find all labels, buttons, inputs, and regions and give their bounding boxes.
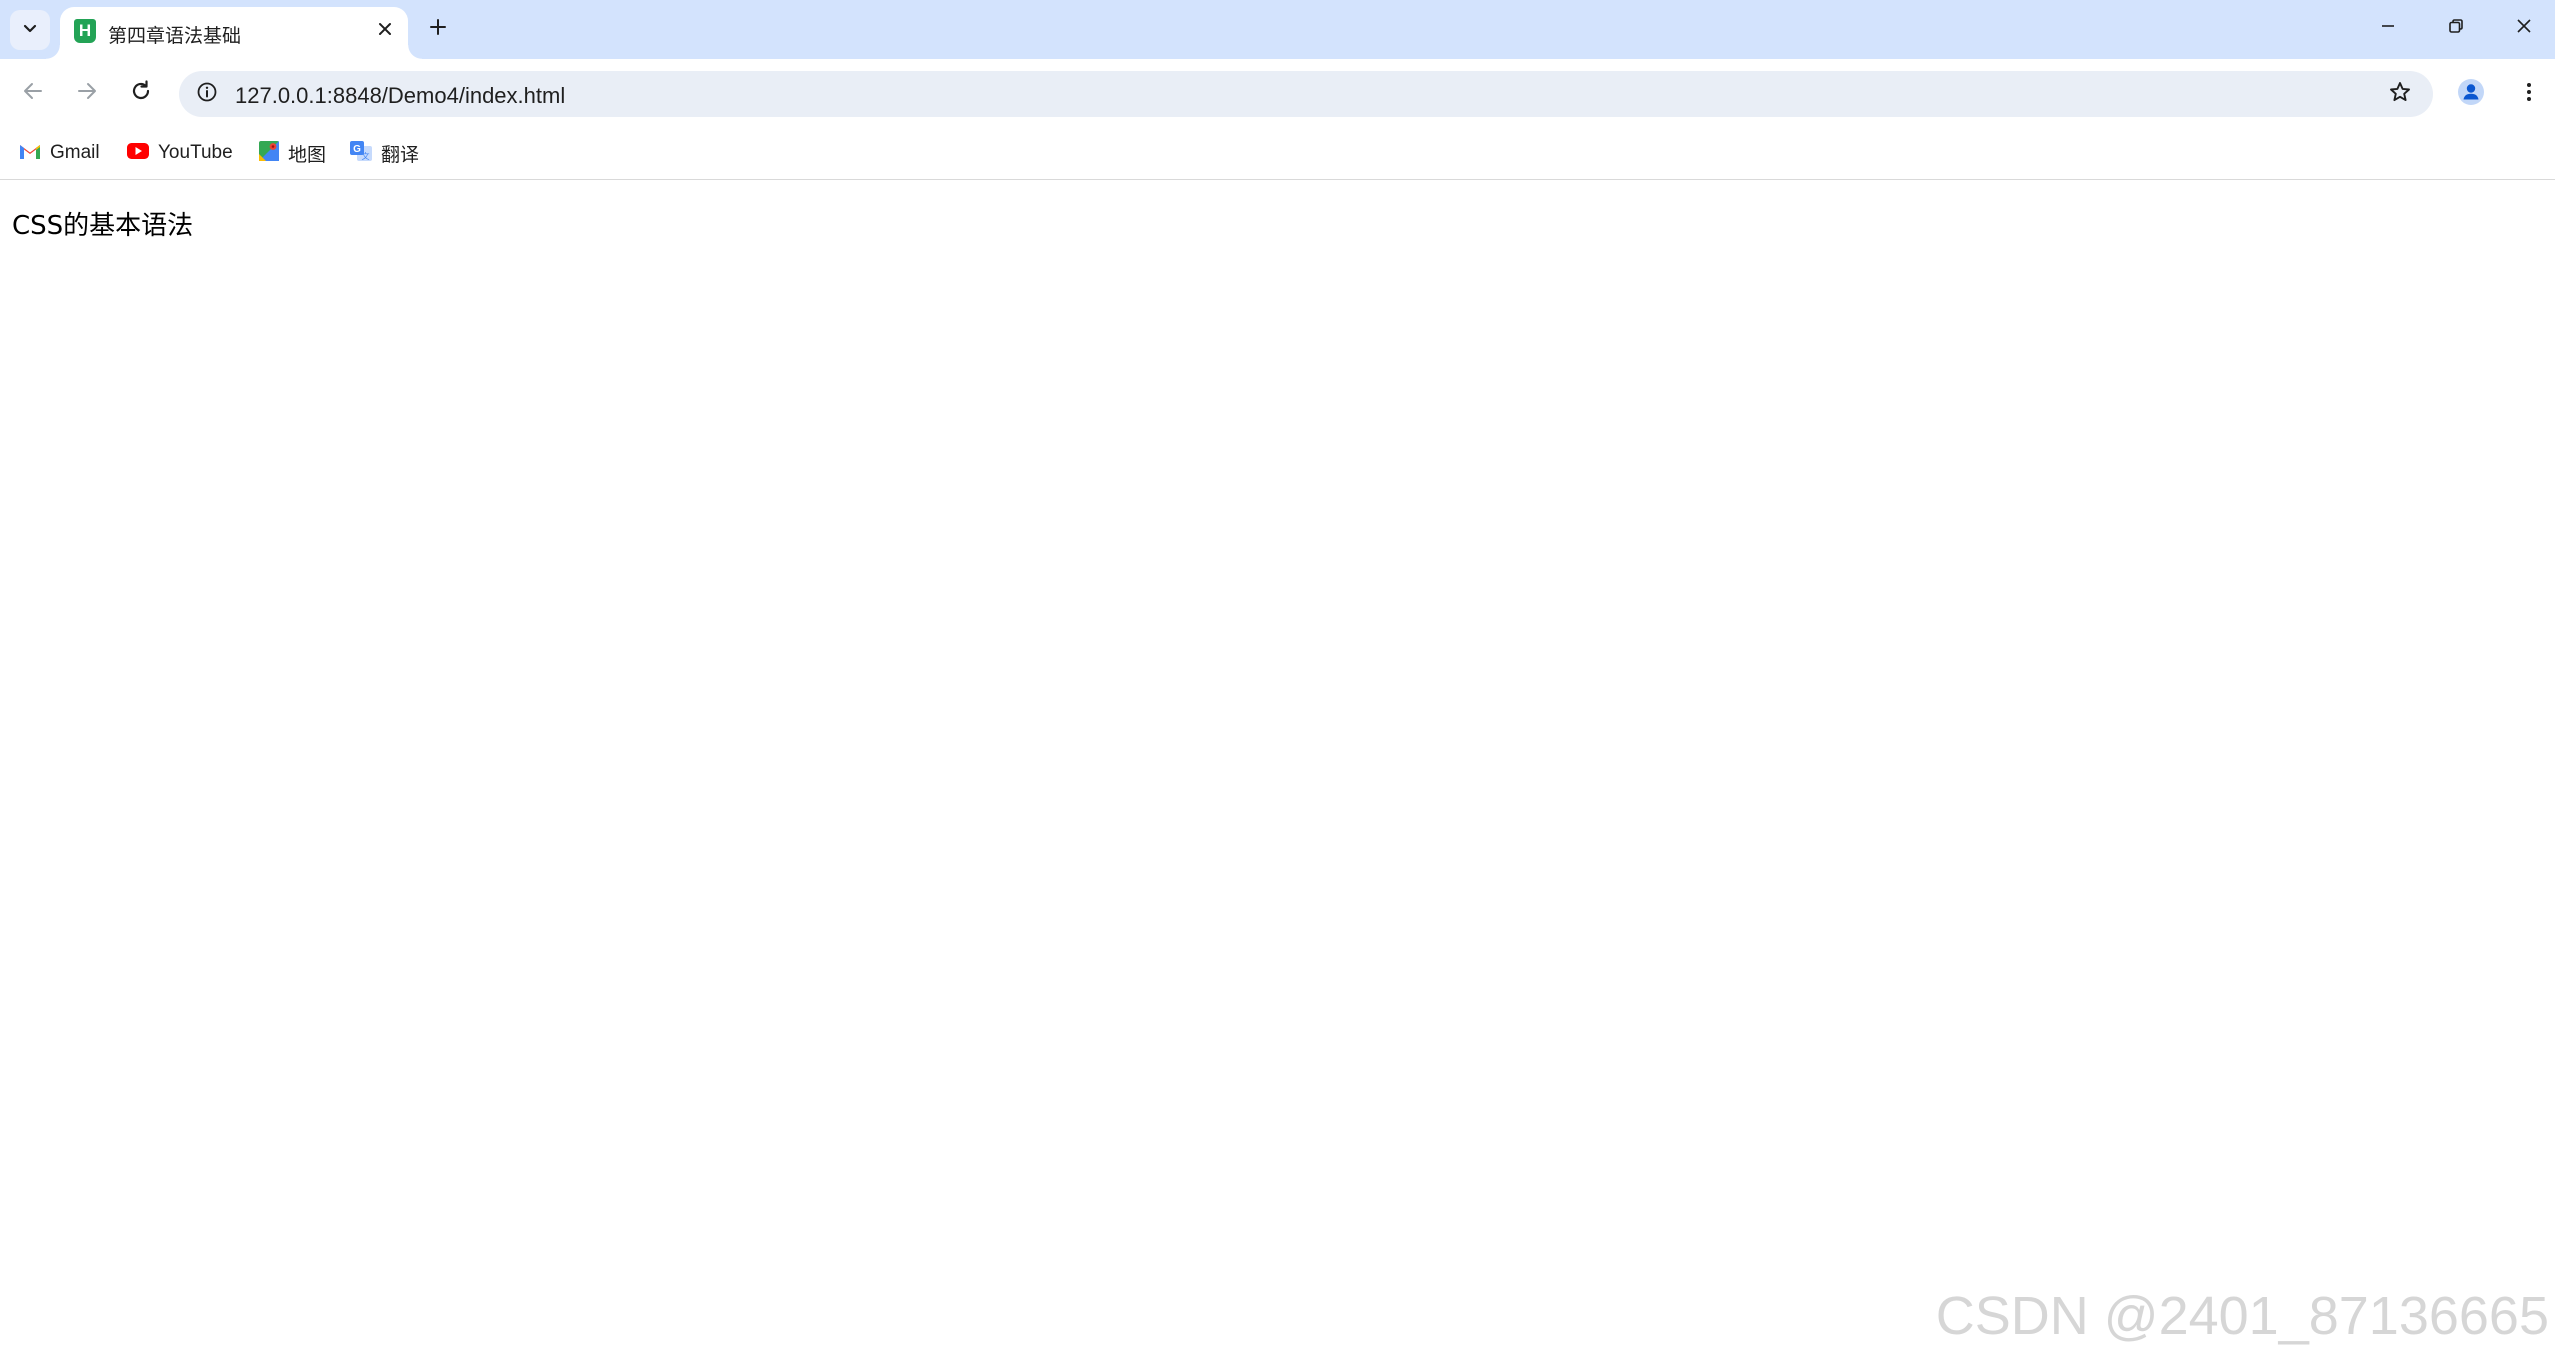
tab-active[interactable]: H 第四章语法基础 <box>46 7 422 59</box>
hbuilder-favicon-icon: H <box>74 19 96 43</box>
minimize-button[interactable] <box>2354 0 2422 56</box>
site-info-button[interactable] <box>191 78 223 110</box>
tab-search-button[interactable] <box>10 10 50 50</box>
bookmark-youtube[interactable]: YouTube <box>120 137 239 169</box>
plus-icon <box>428 17 448 42</box>
chevron-down-icon <box>21 19 39 42</box>
browser-toolbar: 127.0.0.1:8848/Demo4/index.html <box>0 59 2555 128</box>
bookmark-star-button[interactable] <box>2385 79 2415 109</box>
page-body-text: CSS的基本语法 <box>12 211 194 241</box>
csdn-watermark: CSDN @2401_87136665 <box>1935 1286 2549 1346</box>
bookmark-label: Gmail <box>50 142 100 163</box>
reload-icon <box>129 79 153 108</box>
tab-strip: H 第四章语法基础 <box>0 0 2555 59</box>
svg-text:G: G <box>353 144 361 155</box>
bookmarks-bar: Gmail YouTube 地图 G 文 翻译 <box>0 128 2555 180</box>
maps-icon <box>258 140 280 167</box>
browser-window: H 第四章语法基础 127.0.0.1:8848/Demo4/index.htm… <box>0 0 2555 1359</box>
info-icon <box>196 81 218 108</box>
page-viewport: CSS的基本语法 CSDN @2401_87136665 <box>0 181 2555 1359</box>
reload-button[interactable] <box>119 71 163 115</box>
svg-text:文: 文 <box>362 151 370 161</box>
restore-icon <box>2447 17 2465 40</box>
close-icon <box>377 21 393 42</box>
bookmark-maps[interactable]: 地图 <box>252 137 332 169</box>
forward-button[interactable] <box>65 71 109 115</box>
browser-menu-button[interactable] <box>2508 73 2550 115</box>
minimize-icon <box>2379 17 2397 40</box>
bookmark-gmail[interactable]: Gmail <box>12 137 106 169</box>
tab-title: 第四章语法基础 <box>108 26 242 47</box>
back-button[interactable] <box>11 71 55 115</box>
bookmark-label: 地图 <box>288 144 327 166</box>
new-tab-button[interactable] <box>420 11 456 47</box>
bookmark-translate[interactable]: G 文 翻译 <box>343 137 425 169</box>
translate-icon: G 文 <box>349 140 373 167</box>
more-vertical-icon <box>2517 80 2541 109</box>
restore-button[interactable] <box>2422 0 2490 56</box>
close-icon <box>2515 17 2533 40</box>
bookmark-label: YouTube <box>158 142 233 163</box>
star-icon <box>2388 80 2412 109</box>
youtube-icon <box>126 142 150 165</box>
address-bar[interactable]: 127.0.0.1:8848/Demo4/index.html <box>179 71 2433 117</box>
window-close-button[interactable] <box>2490 0 2555 56</box>
url-text[interactable]: 127.0.0.1:8848/Demo4/index.html <box>235 83 565 109</box>
profile-button[interactable] <box>2450 73 2492 115</box>
bookmark-label: 翻译 <box>381 144 420 166</box>
gmail-icon <box>18 141 42 166</box>
tab-close-button[interactable] <box>372 18 398 44</box>
arrow-left-icon <box>21 79 45 108</box>
avatar-icon <box>2457 78 2485 111</box>
arrow-right-icon <box>75 79 99 108</box>
